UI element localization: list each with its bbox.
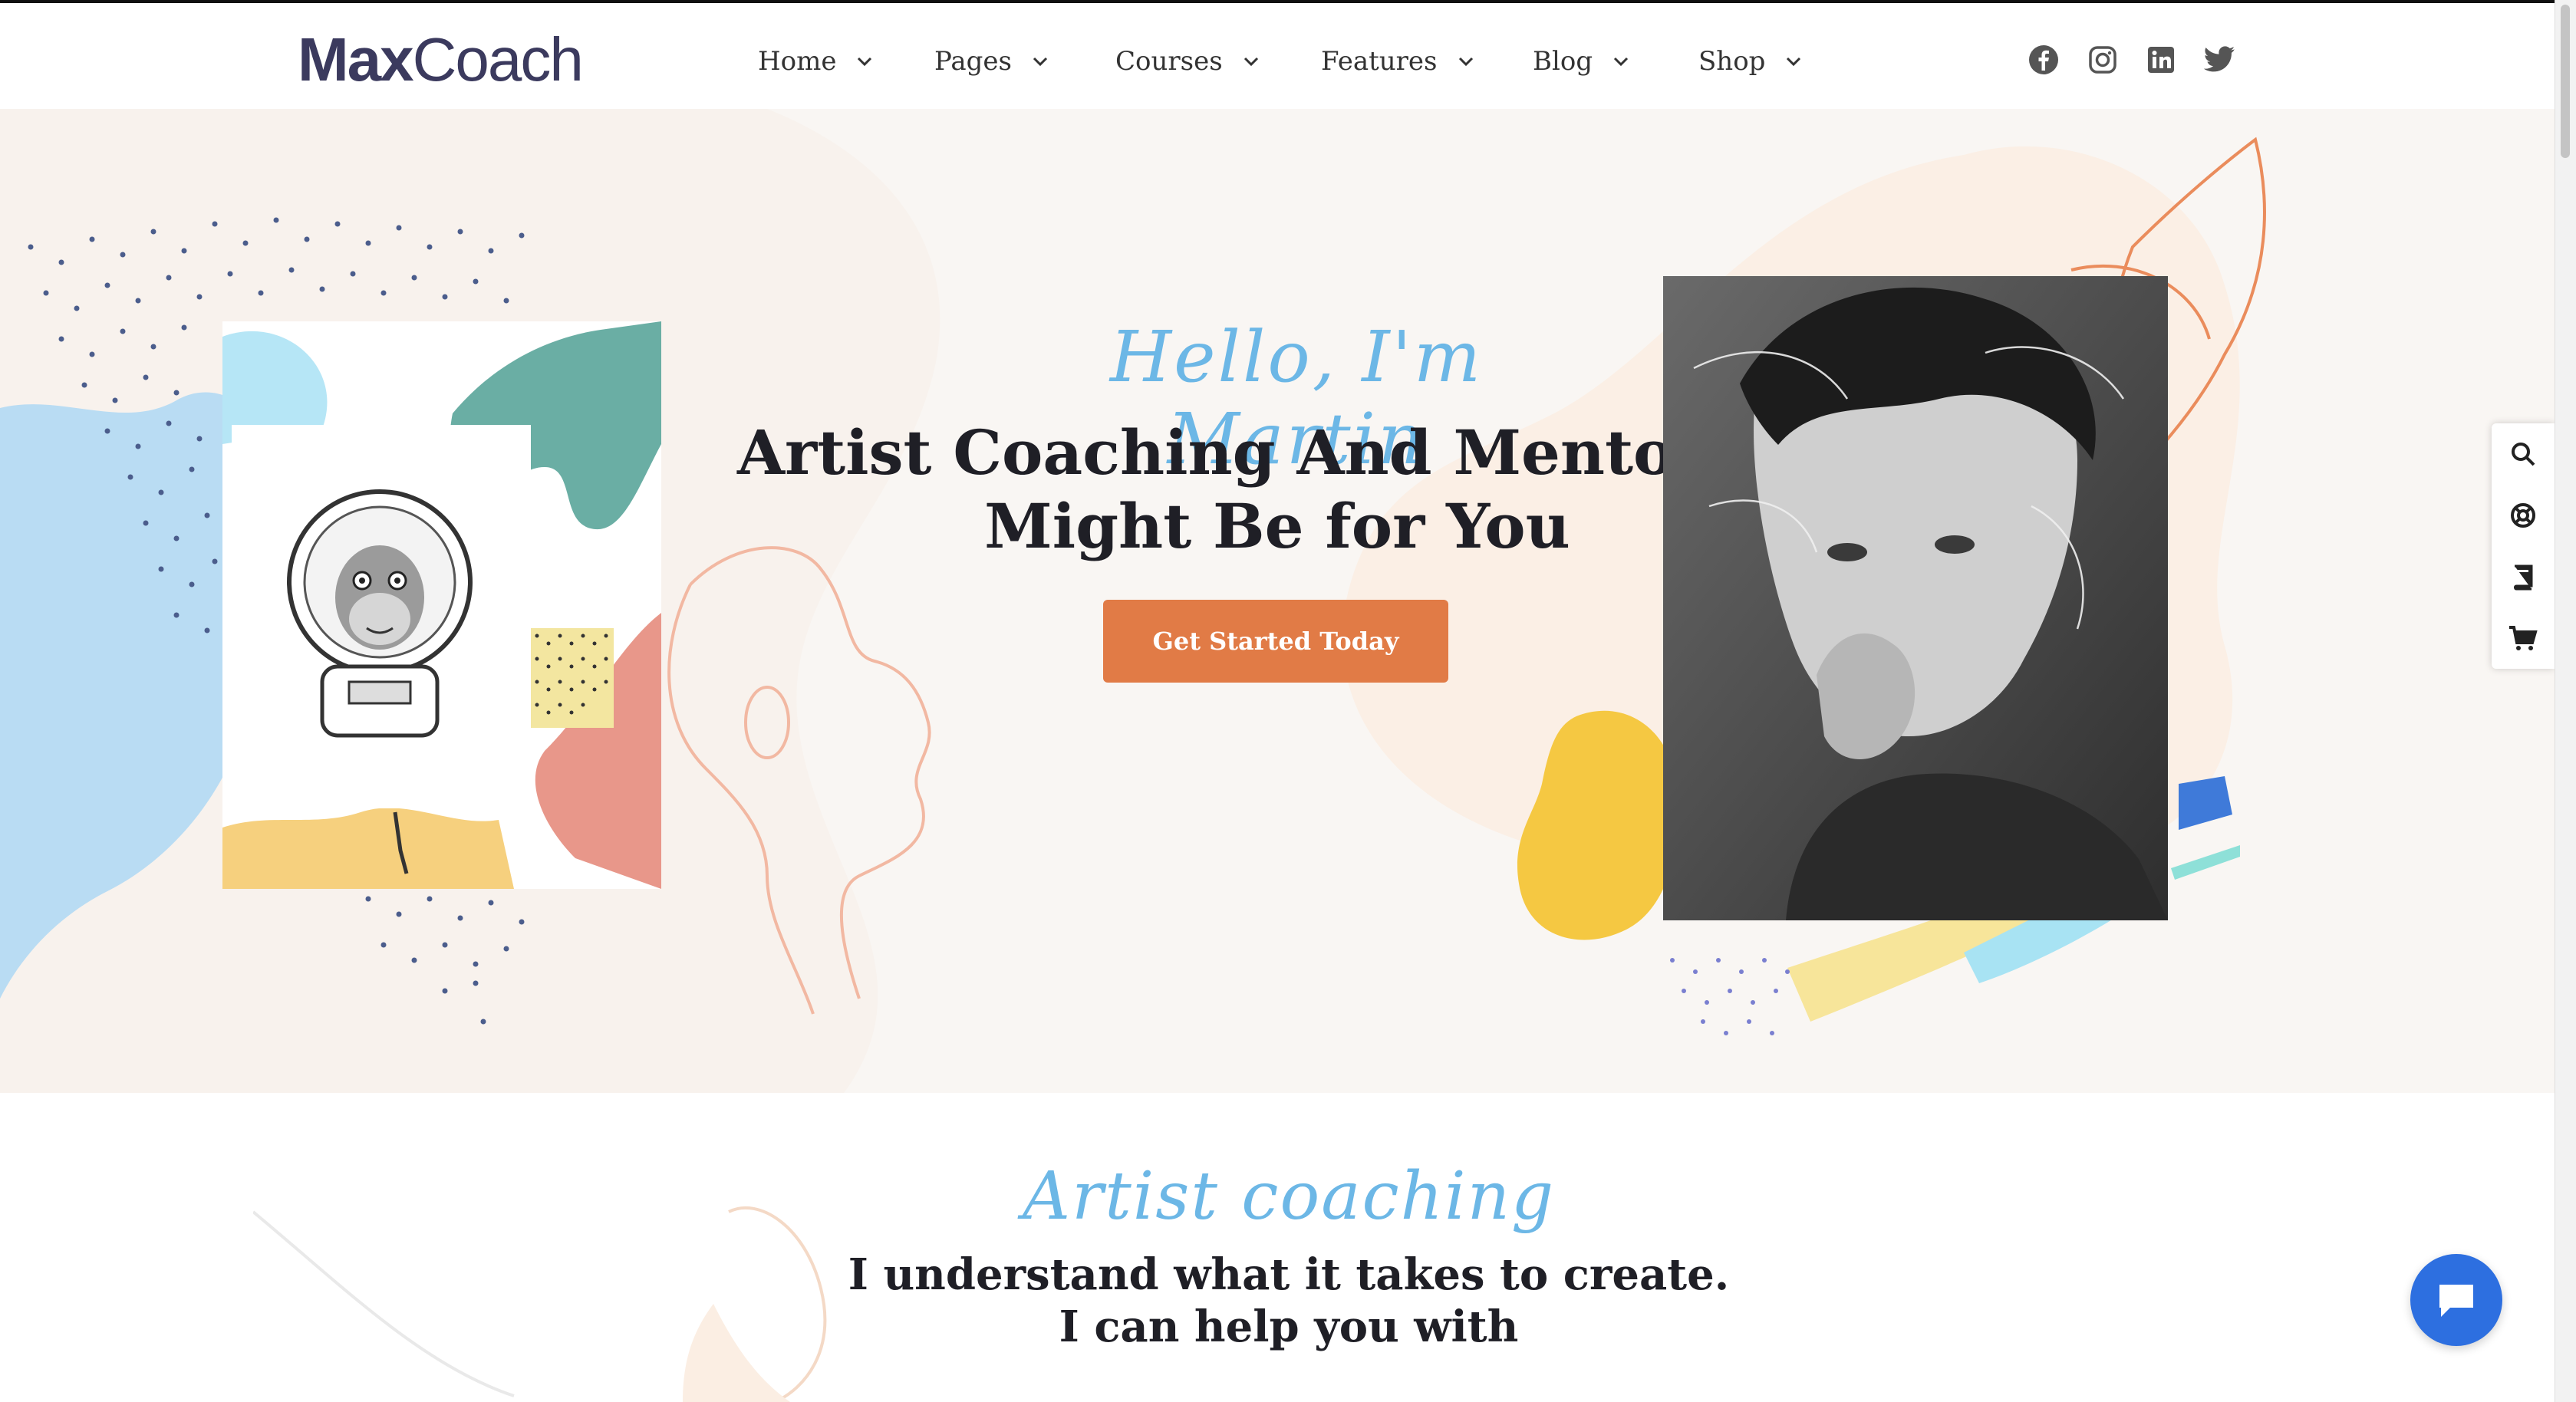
- chevron-down-icon: [1608, 48, 1634, 74]
- linkedin-icon[interactable]: [2143, 41, 2179, 78]
- logo[interactable]: MaxCoach: [298, 25, 584, 95]
- chevron-down-icon: [1027, 48, 1053, 74]
- nav-courses[interactable]: Courses: [1115, 41, 1264, 81]
- chevron-down-icon: [852, 48, 878, 74]
- site-header: MaxCoach Home Pages Courses Features Blo…: [0, 0, 2555, 109]
- nav-home[interactable]: Home: [758, 41, 878, 81]
- nav-shop[interactable]: Shop: [1698, 41, 1807, 81]
- search-icon[interactable]: [2492, 423, 2555, 485]
- book-icon[interactable]: [2492, 546, 2555, 607]
- portrait-photo: [1663, 276, 2168, 920]
- nav-shop-label: Shop: [1698, 46, 1766, 77]
- side-toolbar: [2492, 423, 2555, 669]
- nav-features[interactable]: Features: [1321, 41, 1479, 81]
- twitter-icon[interactable]: [2202, 41, 2238, 78]
- get-started-button[interactable]: Get Started Today: [1103, 600, 1448, 683]
- astronaut-artwork: [222, 321, 661, 889]
- chat-button[interactable]: [2410, 1254, 2502, 1346]
- instagram-icon[interactable]: [2084, 41, 2121, 78]
- chevron-down-icon: [1238, 48, 1264, 74]
- nav-courses-label: Courses: [1115, 46, 1223, 77]
- nav-blog[interactable]: Blog: [1533, 41, 1634, 81]
- nav-features-label: Features: [1321, 46, 1438, 77]
- facebook-icon[interactable]: [2025, 41, 2062, 78]
- section2-script-heading: Artist coaching: [1022, 1158, 1556, 1235]
- section2-title-line1: I understand what it takes to create.: [848, 1249, 1730, 1300]
- chevron-down-icon: [1780, 48, 1807, 74]
- section2-title-line2: I can help you with: [1059, 1302, 1519, 1352]
- cart-icon[interactable]: [2492, 607, 2555, 669]
- chevron-down-icon: [1453, 48, 1479, 74]
- scrollbar-track[interactable]: [2555, 0, 2576, 1402]
- lifebuoy-icon[interactable]: [2492, 485, 2555, 546]
- nav-blog-label: Blog: [1533, 46, 1593, 77]
- nav-pages[interactable]: Pages: [934, 41, 1053, 81]
- nav-pages-label: Pages: [934, 46, 1012, 77]
- scrollbar-thumb[interactable]: [2561, 5, 2570, 158]
- section2-title: I understand what it takes to create. I …: [805, 1249, 1772, 1353]
- hero-section: Hello, I'm Martin Artist Coaching And Me…: [0, 109, 2555, 1093]
- chat-icon: [2439, 1285, 2473, 1317]
- nav-home-label: Home: [758, 46, 837, 77]
